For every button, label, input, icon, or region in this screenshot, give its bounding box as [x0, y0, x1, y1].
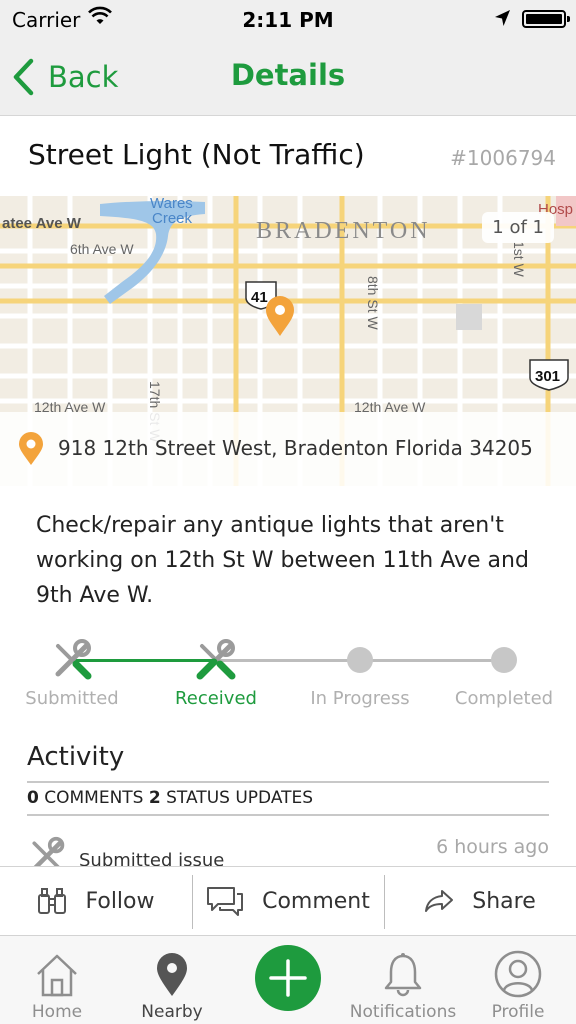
progress-step-received: Received [146, 632, 286, 709]
person-icon [494, 950, 542, 998]
follow-button[interactable]: Follow [0, 867, 192, 935]
step-label: Received [175, 688, 257, 709]
map-pin-icon [157, 953, 187, 996]
battery-icon [522, 10, 570, 28]
tab-label: Profile [491, 1002, 545, 1022]
tab-nearby[interactable]: Nearby [115, 944, 229, 1022]
issue-map[interactable]: atee Ave W 6th Ave W Wares Creek BRADENT… [0, 196, 576, 486]
issue-address: 918 12th Street West, Bradenton Florida … [58, 436, 533, 460]
route-shield-301: 301 [529, 359, 569, 391]
map-label-street: 6th Ave W [70, 241, 134, 257]
map-label-street: 1st W [511, 241, 527, 278]
status-bar: Carrier 2:11 PM [0, 0, 576, 40]
wrench-screwdriver-icon [196, 639, 236, 680]
share-arrow-icon [425, 890, 454, 912]
bell-icon [384, 953, 422, 997]
tab-home[interactable]: Home [0, 944, 114, 1022]
comment-bubbles-icon [207, 887, 244, 916]
wrench-screwdriver-icon [27, 836, 67, 866]
status-label: STATUS UPDATES [166, 788, 314, 808]
comments-count: 0 [27, 788, 39, 808]
address-bar: 918 12th Street West, Bradenton Florida … [0, 412, 576, 486]
share-label: Share [472, 888, 536, 914]
status-progress: Submitted Received In Progress Completed [0, 632, 576, 712]
step-dot [491, 647, 517, 673]
svg-text:41: 41 [251, 289, 268, 306]
progress-step-submitted: Submitted [2, 632, 142, 709]
issue-id: #1006794 [450, 146, 556, 170]
page-title: Details [230, 58, 346, 92]
map-label-street: 8th St W [365, 276, 381, 330]
tab-profile[interactable]: Profile [461, 944, 575, 1022]
step-label: Completed [454, 688, 554, 709]
tab-label: Nearby [141, 1002, 203, 1022]
map-label-street: atee Ave W [2, 215, 82, 232]
issue-description: Check/repair any antique lights that are… [36, 513, 529, 608]
location-arrow-icon [494, 8, 512, 32]
activity-item: Submitted issue 6 hours ago [27, 830, 549, 866]
action-bar: Follow Comment Share [0, 866, 576, 936]
svg-text:301: 301 [535, 368, 560, 385]
share-button[interactable]: Share [384, 867, 576, 935]
top-bar: Carrier 2:11 PM Back Details [0, 0, 576, 116]
map-pager: 1 of 1 [482, 212, 554, 243]
progress-step-completed: Completed [434, 632, 574, 709]
issue-title: Street Light (Not Traffic) [28, 138, 365, 171]
clock: 2:11 PM [242, 8, 334, 32]
add-issue-button[interactable] [255, 945, 321, 1011]
divider [27, 814, 549, 816]
comment-label: Comment [262, 888, 370, 914]
divider [27, 781, 549, 783]
home-icon [37, 954, 77, 997]
activity-counts: 0 COMMENTS 2 STATUS UPDATES [27, 788, 313, 808]
progress-step-in-progress: In Progress [290, 632, 430, 709]
tab-notifications[interactable]: Notifications [346, 944, 460, 1022]
binoculars-icon [38, 888, 67, 914]
step-label: In Progress [310, 688, 410, 709]
activity-time: 6 hours ago [436, 836, 549, 858]
wrench-screwdriver-icon [55, 639, 92, 680]
tab-label: Home [31, 1002, 83, 1022]
map-pin-icon [18, 432, 44, 470]
follow-label: Follow [85, 888, 155, 914]
comment-button[interactable]: Comment [192, 867, 384, 935]
map-label-city: BRADENTON [256, 218, 431, 244]
step-dot [347, 647, 373, 673]
status-count: 2 [148, 788, 161, 808]
map-label-water: Creek [152, 210, 193, 227]
comments-label: COMMENTS [44, 788, 144, 808]
plus-icon [269, 959, 307, 997]
activity-text: Submitted issue [79, 850, 225, 866]
activity-heading: Activity [27, 742, 125, 772]
tab-label: Notifications [349, 1002, 457, 1022]
step-label: Submitted [25, 688, 119, 709]
